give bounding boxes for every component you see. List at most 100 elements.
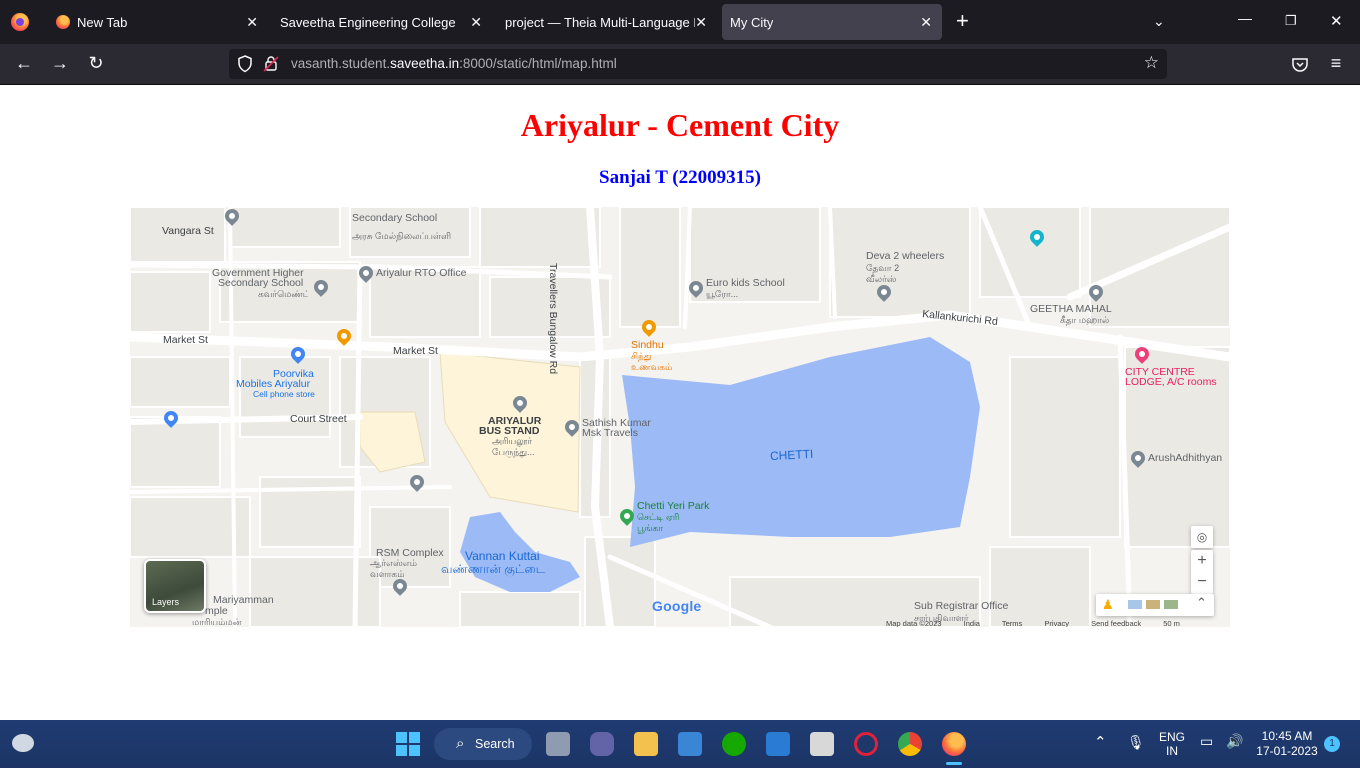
hamburger-menu-icon[interactable]: ≡ xyxy=(1324,53,1348,74)
notification-badge[interactable]: 1 xyxy=(1324,736,1340,752)
map-label: கீதா மஹால் xyxy=(1060,315,1110,325)
tab-title: Saveetha Engineering College xyxy=(280,14,456,30)
reload-icon[interactable]: ↻ xyxy=(84,53,108,74)
map-label: Cell phone store xyxy=(253,389,315,399)
google-logo-text: Google xyxy=(652,598,702,614)
windows-start-icon[interactable] xyxy=(396,732,420,756)
shield-icon[interactable] xyxy=(237,55,253,73)
close-tab-icon[interactable]: ✕ xyxy=(470,14,482,31)
road-label: Market St xyxy=(163,334,208,346)
page-title: Ariyalur - Cement City xyxy=(520,107,840,143)
map-label: மாரியம்மன் xyxy=(192,617,242,627)
restore-window-icon[interactable]: ❐ xyxy=(1285,13,1297,29)
road-label: Vangara St xyxy=(162,225,214,237)
close-tab-icon[interactable]: ✕ xyxy=(246,14,258,31)
url-domain: saveetha.in xyxy=(390,56,460,71)
road-label: Court Street xyxy=(290,413,347,425)
page-content: Ariyalur - Cement City Sanjai T (2200931… xyxy=(0,85,1360,720)
network-icon[interactable]: ▭ xyxy=(1200,733,1213,750)
navigation-bar: ← → ↻ vasanth.student.saveetha.in:8000/s… xyxy=(0,44,1360,85)
tab-my-city[interactable]: My City ✕ xyxy=(722,4,942,40)
tab-title: My City xyxy=(730,14,774,30)
clock-app-icon[interactable] xyxy=(810,732,834,756)
map-label: செட்டி ஏரி பூங்கா xyxy=(637,512,680,533)
microsoft-store-icon[interactable] xyxy=(678,732,702,756)
layers-button[interactable]: Layers xyxy=(144,559,206,613)
google-logo: Google xyxy=(652,598,701,614)
map-label: ஆர்எஸ்எம் வளாகம் xyxy=(370,558,418,579)
map-label: GEETHA MAHAL xyxy=(1030,303,1112,315)
list-all-tabs-icon[interactable]: ⌄ xyxy=(1153,13,1165,30)
clock[interactable]: 10:45 AM 17-01-2023 xyxy=(1254,729,1320,759)
firefox-icon[interactable] xyxy=(942,732,966,756)
taskbar-search[interactable]: ⌕ Search xyxy=(434,728,532,760)
back-arrow-icon[interactable]: ← xyxy=(12,53,36,74)
tab-title: project — Theia Multi-Language Ex xyxy=(505,14,695,30)
water-label: CHETTI xyxy=(769,446,814,464)
send-feedback-link[interactable]: Send feedback xyxy=(1091,619,1141,627)
map-label: Euro kids School xyxy=(706,277,785,289)
close-window-icon[interactable]: ✕ xyxy=(1330,12,1343,30)
close-tab-icon[interactable]: ✕ xyxy=(920,14,932,31)
water-label: Vannan Kuttai xyxy=(465,549,540,563)
file-explorer-icon[interactable] xyxy=(634,732,658,756)
pocket-icon[interactable] xyxy=(1291,56,1309,74)
satellite-icon[interactable] xyxy=(1146,600,1160,609)
terrain-icon[interactable] xyxy=(1128,600,1142,609)
expand-icon[interactable]: ⌃ xyxy=(1196,595,1207,611)
map-label: Secondary School xyxy=(218,277,304,289)
upwork-icon[interactable] xyxy=(722,732,746,756)
map-label: தேவா 2 வீலர்ஸ் xyxy=(866,263,900,284)
privacy-link[interactable]: Privacy xyxy=(1044,619,1069,627)
firefox-menu-icon[interactable] xyxy=(11,13,29,31)
microphone-icon[interactable]: 🎙 xyxy=(1127,734,1145,751)
tab-project-theia[interactable]: project — Theia Multi-Language Ex ✕ xyxy=(497,4,717,40)
teams-chat-icon[interactable] xyxy=(590,732,614,756)
my-location-button[interactable]: ◎ xyxy=(1191,526,1213,548)
task-view-icon[interactable] xyxy=(546,732,570,756)
zoom-in-button[interactable]: + xyxy=(1191,550,1213,572)
forward-arrow-icon[interactable]: → xyxy=(48,53,72,74)
tab-saveetha[interactable]: Saveetha Engineering College ✕ xyxy=(272,4,492,40)
firefox-favicon-icon xyxy=(56,15,70,29)
embedded-map[interactable]: Secondary School அரசு மேல்நிலைப்பள்ளி Va… xyxy=(130,207,1230,627)
show-hidden-icons-icon[interactable]: ⌃ xyxy=(1094,733,1107,751)
bookmark-star-icon[interactable]: ☆ xyxy=(1144,53,1159,73)
weather-icon[interactable] xyxy=(12,734,34,752)
language-indicator[interactable]: ENG IN xyxy=(1156,730,1188,758)
transit-icon[interactable] xyxy=(1164,600,1178,609)
page-subtitle: Sanjai T (22009315) xyxy=(599,167,761,188)
zoom-out-button[interactable]: − xyxy=(1191,572,1213,594)
street-view-pegman-icon[interactable]: ♟ xyxy=(1102,597,1114,613)
terms-link[interactable]: Terms xyxy=(1002,619,1022,627)
opera-icon[interactable] xyxy=(854,732,878,756)
address-bar[interactable]: vasanth.student.saveetha.in:8000/static/… xyxy=(229,49,1167,79)
search-label: Search xyxy=(475,737,515,751)
map-label: அரசு மேல்நிலைப்பள்ளி xyxy=(352,231,452,241)
new-tab-button[interactable]: + xyxy=(956,8,969,34)
region-link[interactable]: India xyxy=(964,619,980,627)
map-label: Sindhu xyxy=(631,339,664,351)
url-suffix: :8000/static/html/map.html xyxy=(459,56,617,71)
minimize-window-icon[interactable]: — xyxy=(1238,10,1252,26)
road-label: Travellers Bungalow Rd xyxy=(547,263,559,375)
map-label: அரியலூர் பேருந்து... xyxy=(492,436,535,457)
chrome-icon[interactable] xyxy=(898,732,922,756)
map-label: யூரோ... xyxy=(706,289,739,299)
url-prefix: vasanth.student. xyxy=(291,56,391,71)
tab-bar: New Tab ✕ Saveetha Engineering College ✕… xyxy=(0,0,1360,44)
url-text[interactable]: vasanth.student.saveetha.in:8000/static/… xyxy=(291,56,617,71)
water-label: வண்ணான் குட்டை xyxy=(441,562,546,576)
map-label: சிந்து உணவகம் xyxy=(631,351,673,372)
map-label: Deva 2 wheelers xyxy=(866,250,945,262)
mail-icon[interactable] xyxy=(766,732,790,756)
tab-new-tab[interactable]: New Tab ✕ xyxy=(48,4,268,40)
map-bottom-toolbar: ♟ ⌃ xyxy=(1096,594,1214,616)
close-tab-icon[interactable]: ✕ xyxy=(695,14,707,31)
region-code: IN xyxy=(1166,744,1178,758)
map-label: Ariyalur RTO Office xyxy=(376,267,467,279)
volume-icon[interactable]: 🔊 xyxy=(1226,733,1243,750)
insecure-lock-icon[interactable] xyxy=(263,55,279,73)
scale-label: 50 m xyxy=(1163,619,1180,627)
map-label: Chetti Yeri Park xyxy=(637,500,710,512)
